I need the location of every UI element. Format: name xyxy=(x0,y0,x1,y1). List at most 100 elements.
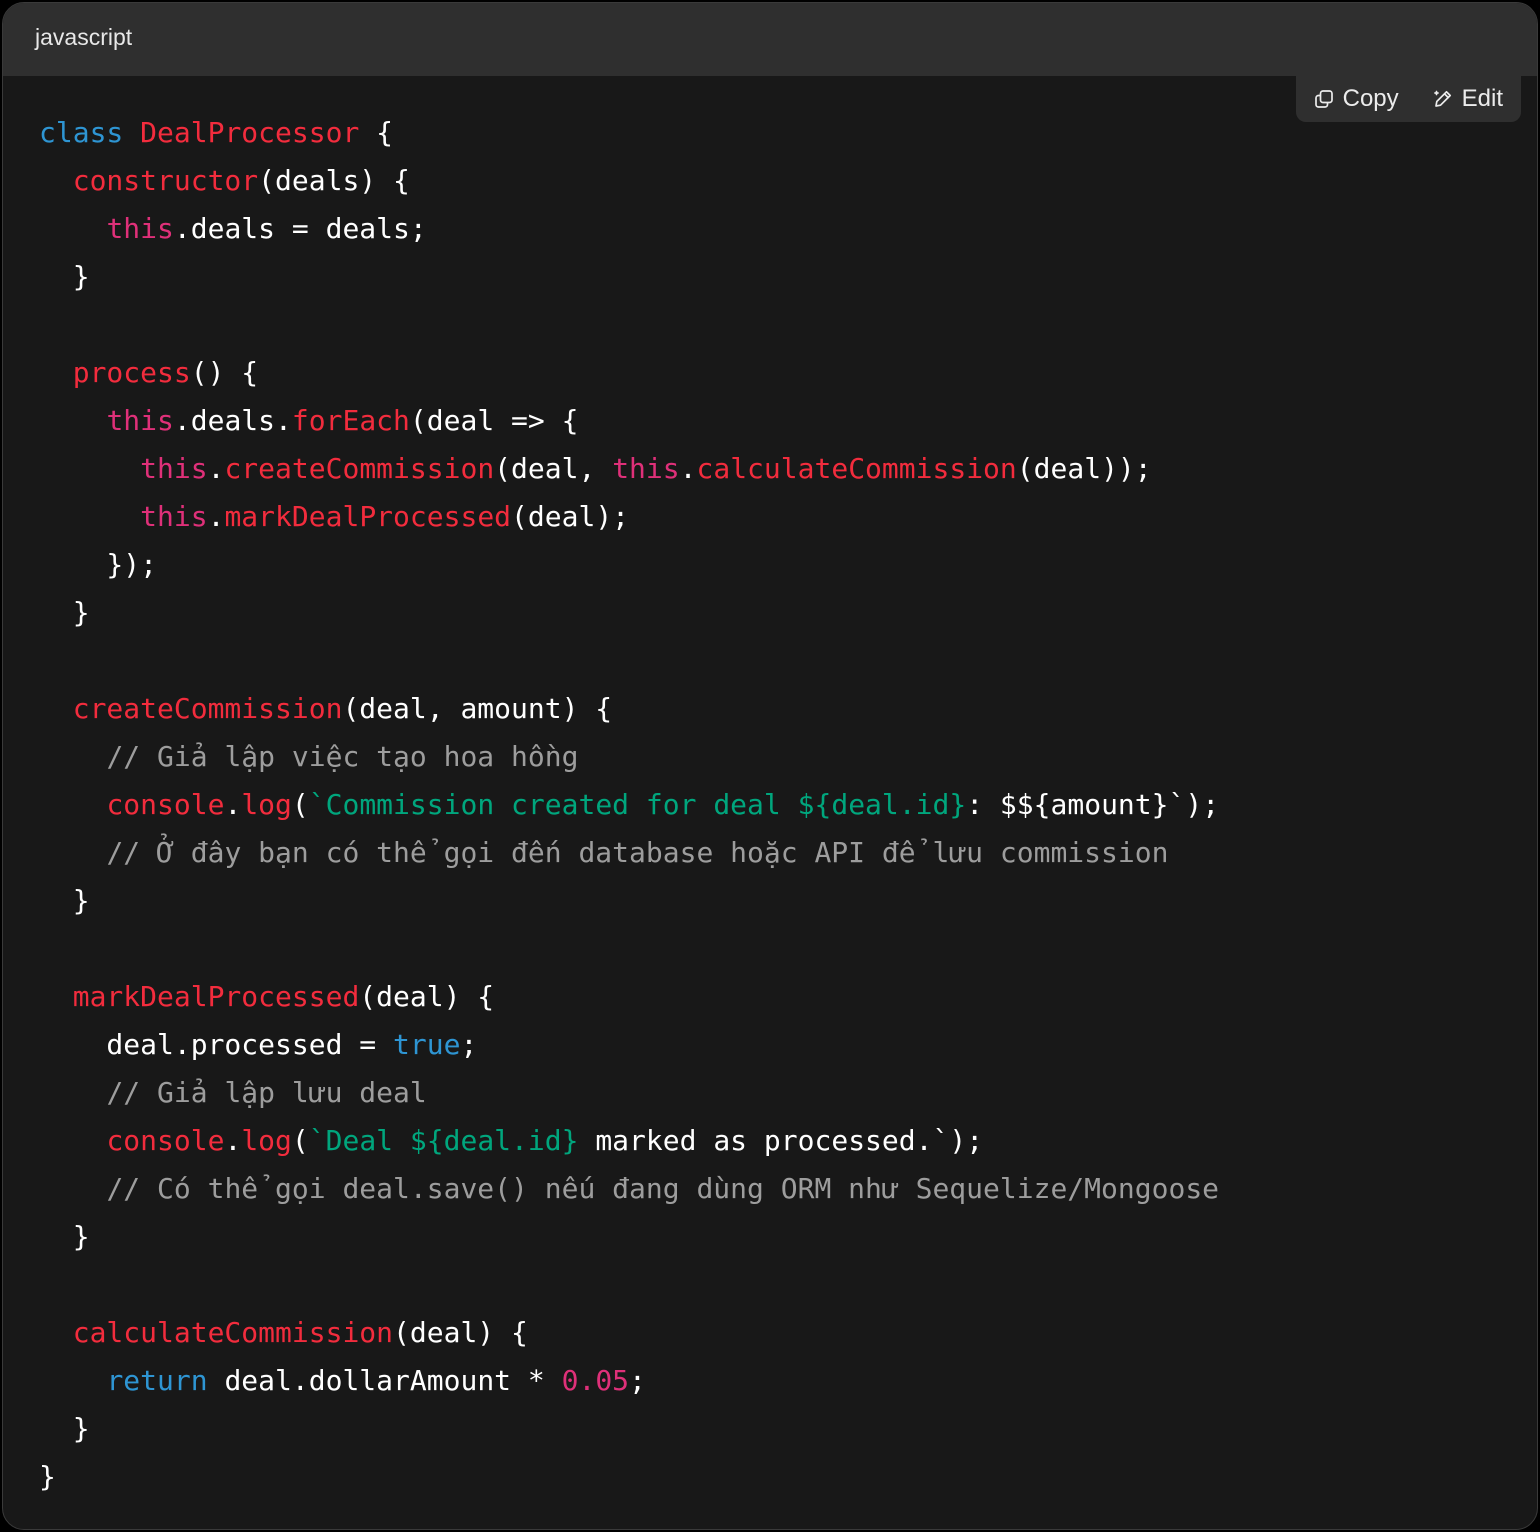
token-code-text: deal.dollarAmount * xyxy=(207,1364,562,1397)
code-line: this.deals.forEach(deal => { xyxy=(39,397,1219,445)
token-code-text: .deals = deals; xyxy=(173,212,427,245)
token-code-text xyxy=(39,1124,106,1157)
token-code-text: (deal, xyxy=(494,452,613,485)
token-identifier: calculateCommission xyxy=(696,452,1017,485)
token-code-text: ( xyxy=(291,1124,309,1157)
token-this-keyword: this xyxy=(612,452,680,485)
token-code-text xyxy=(39,500,140,533)
code-line: markDealProcessed(deal) { xyxy=(39,973,1219,1021)
token-identifier: log xyxy=(241,1124,292,1157)
token-string: `Deal ${deal.id} xyxy=(308,1124,579,1157)
token-comment: // Ở đây bạn có thể gọi đến database hoặ… xyxy=(106,836,1169,869)
token-code-text: () { xyxy=(190,356,259,389)
token-code-text: } xyxy=(39,1412,90,1445)
code-line: }); xyxy=(39,541,1219,589)
code-line: } xyxy=(39,589,1219,637)
token-identifier: forEach xyxy=(291,404,410,437)
token-code-text: . xyxy=(224,1124,242,1157)
code-header: javascript xyxy=(3,3,1537,76)
token-code-text xyxy=(39,452,140,485)
code-line: // Giả lập lưu deal xyxy=(39,1069,1219,1117)
token-code-text: } xyxy=(39,596,90,629)
token-number: 0.05 xyxy=(561,1364,630,1397)
token-code-text xyxy=(39,788,106,821)
token-code-text: } xyxy=(39,884,90,917)
code-line: console.log(`Deal ${deal.id} marked as p… xyxy=(39,1117,1219,1165)
code-line: this.markDealProcessed(deal); xyxy=(39,493,1219,541)
token-code-text xyxy=(39,740,106,773)
token-code-text: . xyxy=(224,788,242,821)
token-identifier: process xyxy=(72,356,191,389)
token-code-text: (deal, amount) { xyxy=(342,692,613,725)
code-line: } xyxy=(39,877,1219,925)
token-code-text: ; xyxy=(629,1364,646,1397)
code-line: return deal.dollarAmount * 0.05; xyxy=(39,1357,1219,1405)
token-string: `Commission created for deal ${deal.id} xyxy=(308,788,967,821)
token-code-text xyxy=(39,404,106,437)
token-keyword: true xyxy=(393,1028,461,1061)
token-code-text: ; xyxy=(460,1028,478,1061)
token-identifier: markDealProcessed xyxy=(224,500,512,533)
token-code-text xyxy=(39,836,106,869)
code-line: deal.processed = true; xyxy=(39,1021,1219,1069)
code-line: this.createCommission(deal, this.calcula… xyxy=(39,445,1219,493)
token-this-keyword: this xyxy=(106,212,174,245)
token-code-text: } xyxy=(39,1460,56,1493)
token-identifier: createCommission xyxy=(224,452,495,485)
token-identifier: DealProcessor xyxy=(140,116,360,149)
token-code-text: . xyxy=(207,452,225,485)
pencil-icon xyxy=(1433,89,1453,109)
token-comment: // Giả lập việc tạo hoa hồng xyxy=(106,740,579,773)
token-code-text xyxy=(123,116,140,149)
token-comment: // Giả lập lưu deal xyxy=(106,1076,427,1109)
token-code-text: deal.processed = xyxy=(39,1028,394,1061)
token-code-text xyxy=(39,212,106,245)
code-line: } xyxy=(39,1213,1219,1261)
token-code-text xyxy=(39,164,73,197)
token-this-keyword: this xyxy=(106,404,174,437)
code-line: class DealProcessor { xyxy=(39,109,1219,157)
token-code-text: (deal)); xyxy=(1016,452,1152,485)
code-line: // Ở đây bạn có thể gọi đến database hoặ… xyxy=(39,829,1219,877)
token-this-keyword: this xyxy=(140,452,208,485)
code-line: constructor(deals) { xyxy=(39,157,1219,205)
token-identifier: constructor xyxy=(72,164,259,197)
copy-icon xyxy=(1314,89,1334,109)
token-this-keyword: this xyxy=(140,500,208,533)
token-code-text: ( xyxy=(291,788,309,821)
language-label: javascript xyxy=(35,24,133,50)
token-code-text xyxy=(39,692,73,725)
code-line: createCommission(deal, amount) { xyxy=(39,685,1219,733)
copy-button-label: Copy xyxy=(1342,85,1399,112)
token-code-text: . xyxy=(207,500,225,533)
edit-button-label: Edit xyxy=(1461,85,1503,112)
token-identifier: log xyxy=(241,788,292,821)
code-line: // Có thể gọi deal.save() nếu đang dùng … xyxy=(39,1165,1219,1213)
token-code-text: marked as processed.`); xyxy=(578,1124,984,1157)
token-identifier: console xyxy=(106,788,225,821)
token-code-text: (deal) { xyxy=(393,1316,528,1349)
token-code-text xyxy=(39,1316,73,1349)
copy-button[interactable]: Copy xyxy=(1314,85,1399,113)
token-code-text: . xyxy=(679,452,697,485)
code-line: process() { xyxy=(39,349,1219,397)
token-code-text: (deal) { xyxy=(359,980,495,1013)
token-keyword: class xyxy=(39,116,124,149)
code-line: } xyxy=(39,1453,1219,1501)
token-code-text xyxy=(39,356,73,389)
token-code-text xyxy=(39,980,73,1013)
token-code-text: (deals) { xyxy=(258,164,410,197)
token-keyword: return xyxy=(106,1364,208,1397)
token-identifier: markDealProcessed xyxy=(72,980,360,1013)
token-code-text xyxy=(39,1076,106,1109)
code-toolbar: Copy Edit xyxy=(1295,76,1521,122)
token-code-text: .deals. xyxy=(173,404,292,437)
token-code-text: (deal => { xyxy=(409,404,579,437)
code-line: calculateCommission(deal) { xyxy=(39,1309,1219,1357)
edit-button[interactable]: Edit xyxy=(1433,85,1503,113)
code-line: // Giả lập việc tạo hoa hồng xyxy=(39,733,1219,781)
token-identifier: console xyxy=(106,1124,225,1157)
